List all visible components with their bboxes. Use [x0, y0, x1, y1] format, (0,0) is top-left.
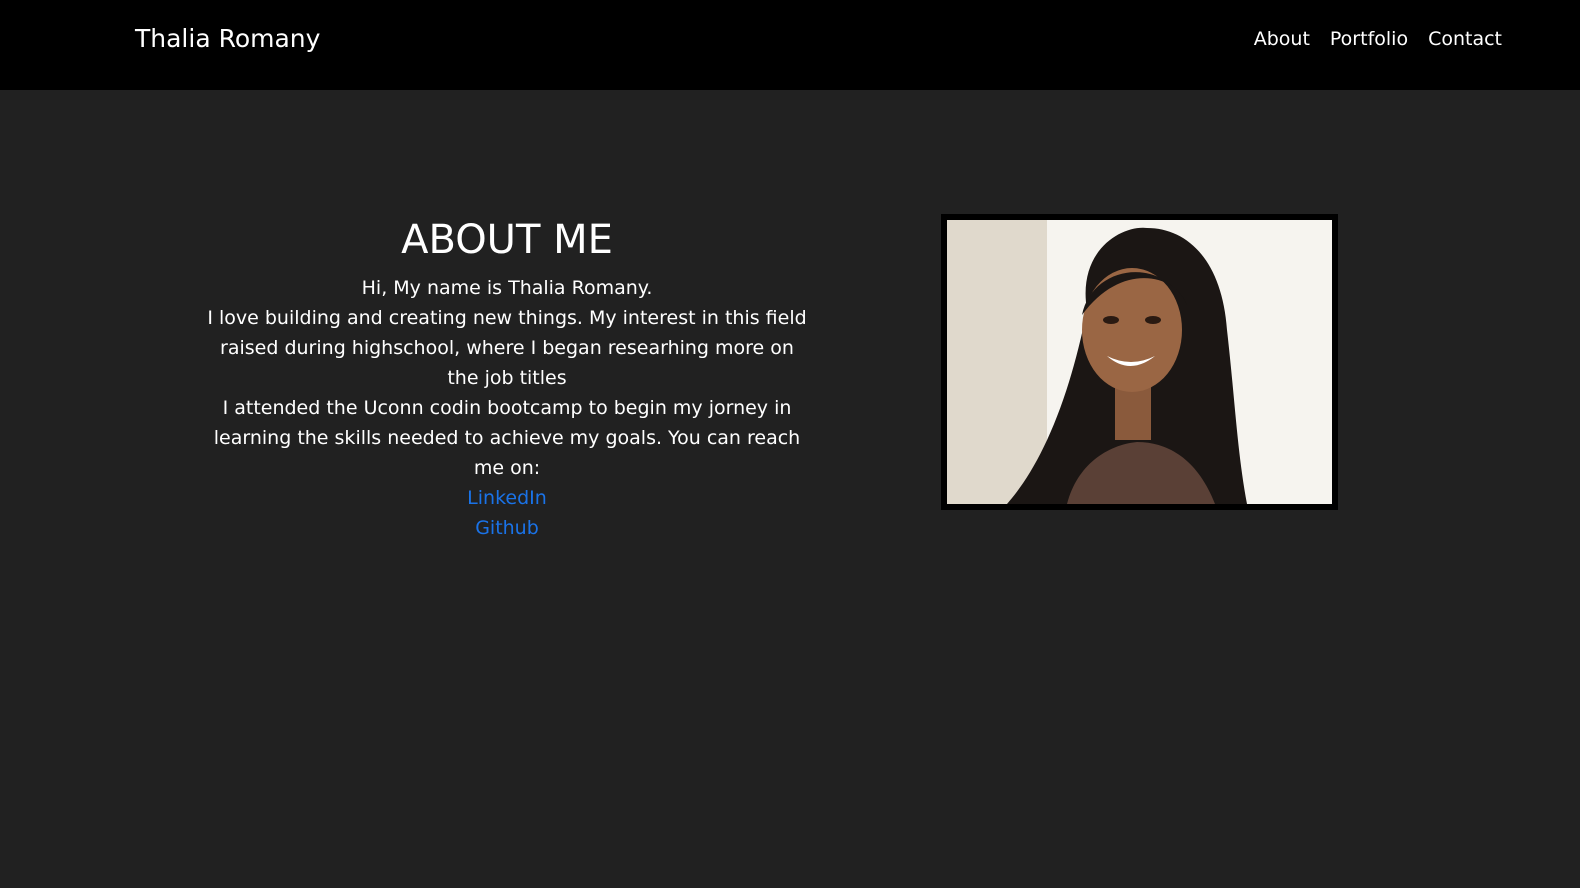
nav-link-contact[interactable]: Contact [1428, 28, 1502, 50]
brand-link[interactable]: Thalia Romany [135, 24, 320, 53]
nav-links: About Portfolio Contact [1254, 28, 1502, 50]
about-section: ABOUT ME Hi, My name is Thalia Romany. I… [207, 213, 807, 543]
about-text: Hi, My name is Thalia Romany. I love bui… [207, 273, 807, 483]
about-paragraph-bootcamp: I attended the Uconn codin bootcamp to b… [213, 397, 801, 479]
nav-link-about[interactable]: About [1254, 28, 1310, 50]
github-link[interactable]: Github [207, 513, 807, 543]
about-title: ABOUT ME [401, 217, 613, 263]
about-paragraph-intro: Hi, My name is Thalia Romany. [361, 277, 653, 299]
profile-photo-illustration [947, 220, 1332, 504]
nav-link-portfolio[interactable]: Portfolio [1330, 28, 1408, 50]
linkedin-link[interactable]: LinkedIn [207, 483, 807, 513]
navbar: Thalia Romany About Portfolio Contact [0, 0, 1580, 90]
about-paragraph-interest: I love building and creating new things.… [207, 307, 807, 389]
profile-photo [941, 214, 1338, 510]
